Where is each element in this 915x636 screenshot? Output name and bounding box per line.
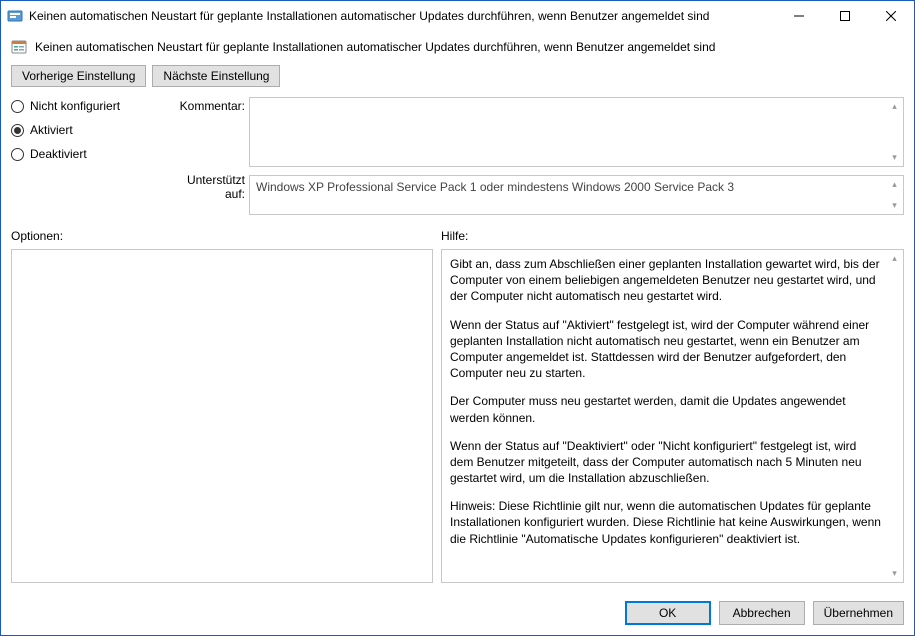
help-paragraph: Wenn der Status auf "Deaktiviert" oder "…	[450, 438, 881, 487]
window-title: Keinen automatischen Neustart für geplan…	[29, 9, 776, 23]
radio-enabled[interactable]: Aktiviert	[11, 123, 166, 137]
label-column: Kommentar: Unterstützt auf:	[170, 97, 245, 215]
help-paragraph: Hinweis: Diese Richtlinie gilt nur, wenn…	[450, 498, 881, 547]
footer: OK Abbrechen Übernehmen	[1, 593, 914, 635]
scroll-down-icon[interactable]: ▾	[888, 567, 901, 580]
supported-value: Windows XP Professional Service Pack 1 o…	[256, 180, 734, 194]
field-column: ▴ ▾ Windows XP Professional Service Pack…	[249, 97, 904, 215]
radio-not-configured[interactable]: Nicht konfiguriert	[11, 99, 166, 113]
options-pane	[11, 249, 433, 583]
maximize-button[interactable]	[822, 1, 868, 31]
config-grid: Nicht konfiguriert Aktiviert Deaktiviert…	[1, 97, 914, 215]
supported-label: Unterstützt auf:	[170, 173, 245, 201]
close-button[interactable]	[868, 1, 914, 31]
window-controls	[776, 1, 914, 31]
ok-button[interactable]: OK	[625, 601, 711, 625]
scroll-up-icon[interactable]: ▴	[888, 252, 901, 265]
supported-on-field: Windows XP Professional Service Pack 1 o…	[249, 175, 904, 215]
content-area: Keinen automatischen Neustart für geplan…	[1, 31, 914, 635]
policy-title: Keinen automatischen Neustart für geplan…	[35, 40, 715, 54]
radio-label: Nicht konfiguriert	[30, 99, 120, 113]
header-row: Keinen automatischen Neustart für geplan…	[1, 31, 914, 61]
radio-icon	[11, 100, 24, 113]
policy-icon	[11, 39, 27, 55]
next-setting-button[interactable]: Nächste Einstellung	[152, 65, 280, 87]
scroll-down-icon[interactable]: ▾	[888, 199, 901, 212]
minimize-button[interactable]	[776, 1, 822, 31]
comment-label: Kommentar:	[170, 99, 245, 113]
previous-setting-button[interactable]: Vorherige Einstellung	[11, 65, 146, 87]
radio-label: Aktiviert	[30, 123, 73, 137]
titlebar: Keinen automatischen Neustart für geplan…	[1, 1, 914, 31]
scroll-up-icon[interactable]: ▴	[888, 100, 901, 113]
help-paragraph: Wenn der Status auf "Aktiviert" festgele…	[450, 317, 881, 382]
cancel-button[interactable]: Abbrechen	[719, 601, 805, 625]
comment-field[interactable]: ▴ ▾	[249, 97, 904, 167]
radio-icon	[11, 124, 24, 137]
radio-label: Deaktiviert	[30, 147, 87, 161]
radio-disabled[interactable]: Deaktiviert	[11, 147, 166, 161]
radio-icon	[11, 148, 24, 161]
scroll-up-icon[interactable]: ▴	[888, 178, 901, 191]
nav-row: Vorherige Einstellung Nächste Einstellun…	[1, 61, 914, 97]
help-paragraph: Gibt an, dass zum Abschließen einer gepl…	[450, 256, 881, 305]
options-label: Optionen:	[11, 229, 441, 243]
panes: Gibt an, dass zum Abschließen einer gepl…	[1, 249, 914, 593]
help-paragraph: Der Computer muss neu gestartet werden, …	[450, 393, 881, 425]
apply-button[interactable]: Übernehmen	[813, 601, 904, 625]
state-radio-group: Nicht konfiguriert Aktiviert Deaktiviert	[11, 97, 166, 215]
help-label: Hilfe:	[441, 229, 468, 243]
scroll-down-icon[interactable]: ▾	[888, 151, 901, 164]
help-pane: Gibt an, dass zum Abschließen einer gepl…	[441, 249, 904, 583]
app-icon	[7, 8, 23, 24]
policy-editor-window: Keinen automatischen Neustart für geplan…	[0, 0, 915, 636]
section-labels: Optionen: Hilfe:	[1, 215, 914, 249]
